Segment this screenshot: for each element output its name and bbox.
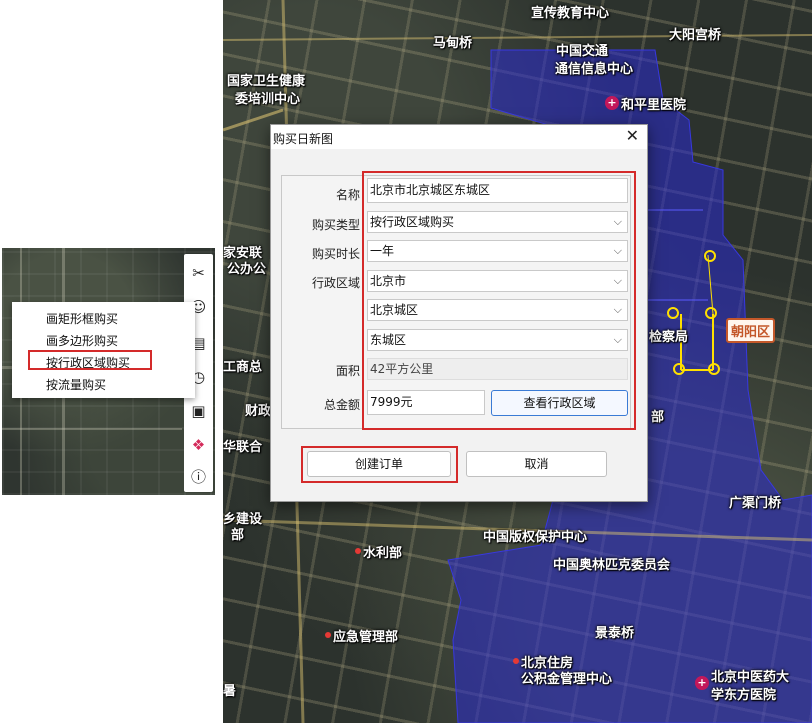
map-label: 华联合 (223, 440, 263, 455)
menu-item-traffic-purchase[interactable]: 按流量购买 (46, 376, 106, 393)
name-label: 名称 (335, 188, 360, 202)
selection-vertex[interactable] (708, 363, 720, 375)
map-label: 部 (651, 410, 665, 425)
map-label: 水利部 (363, 546, 403, 561)
map-label: 大阳宫桥 (669, 28, 722, 43)
map-label: 马甸桥 (433, 36, 473, 51)
total-label: 总金额 (323, 398, 360, 412)
map-label: 中国版权保护中心 (483, 530, 588, 545)
map-label: 检察局 (649, 330, 689, 345)
map-label: 部 (231, 528, 245, 543)
menu-item-polygon-purchase[interactable]: 画多边形购买 (46, 332, 118, 349)
gift-icon[interactable]: ❖ (188, 434, 209, 455)
map-label: 中国奥林匹克委员会 (553, 558, 671, 573)
help-icon[interactable]: ⓘ (188, 466, 209, 487)
map-label: 财政 (245, 404, 272, 419)
create-highlight-box (301, 446, 458, 483)
map-label: 中国交通 (556, 44, 609, 59)
map-label: 学东方医院 (711, 688, 777, 703)
map-road (223, 34, 812, 41)
map-label: 公办公 (227, 262, 267, 277)
selection-vertex[interactable] (673, 363, 685, 375)
dialog-titlebar: 购买日新图 ✕ (271, 125, 647, 149)
map-road (2, 428, 182, 430)
hospital-icon: + (695, 676, 709, 690)
menu-highlight-box (28, 350, 152, 370)
map-label: 和平里医院 (621, 98, 687, 113)
screen-icon[interactable]: ▣ (188, 400, 209, 421)
map-label: 广渠门桥 (729, 496, 782, 511)
poi-marker (513, 658, 519, 664)
district-badge[interactable]: 朝阳区 (726, 318, 776, 343)
cancel-button[interactable]: 取消 (466, 451, 607, 477)
map-label: 暑 (223, 684, 237, 699)
poi-marker (325, 632, 331, 638)
selection-vertex[interactable] (667, 307, 679, 319)
poi-marker (355, 548, 361, 554)
map-label: 宣传教育中心 (531, 6, 610, 21)
map-label: 国家卫生健康 (227, 74, 306, 89)
map-label: 景泰桥 (595, 626, 635, 641)
area-label: 面积 (335, 364, 360, 378)
map-label: 公积金管理中心 (521, 672, 613, 687)
dialog-title: 购买日新图 (273, 132, 334, 146)
map-label: 通信信息中心 (555, 62, 634, 77)
map-label: 应急管理部 (333, 630, 399, 645)
form-highlight-box (362, 171, 636, 430)
selection-vertex[interactable] (704, 250, 716, 262)
scissors-icon[interactable]: ✂ (188, 262, 209, 283)
hospital-icon: + (605, 96, 619, 110)
map-label: 北京中医药大 (711, 670, 790, 685)
close-icon[interactable]: ✕ (626, 126, 639, 145)
purchase-type-label: 购买类型 (311, 218, 360, 232)
region-label: 行政区域 (311, 276, 360, 290)
map-label: 工商总 (223, 360, 263, 375)
inset-screenshot: ✂ ☺ ▤ ◷ ▣ ❖ ⓘ 画矩形框购买 画多边形购买 按行政区域购买 按流量购… (2, 248, 215, 495)
selection-vertex[interactable] (705, 307, 717, 319)
menu-item-rectangle-purchase[interactable]: 画矩形框购买 (46, 310, 118, 327)
duration-label: 购买时长 (311, 247, 360, 261)
purchase-dialog: 购买日新图 ✕ 名称 购买类型 购买时长 行政区域 面积 总金额 北京市北京城区… (270, 124, 648, 502)
map-label: 委培训中心 (235, 92, 301, 107)
